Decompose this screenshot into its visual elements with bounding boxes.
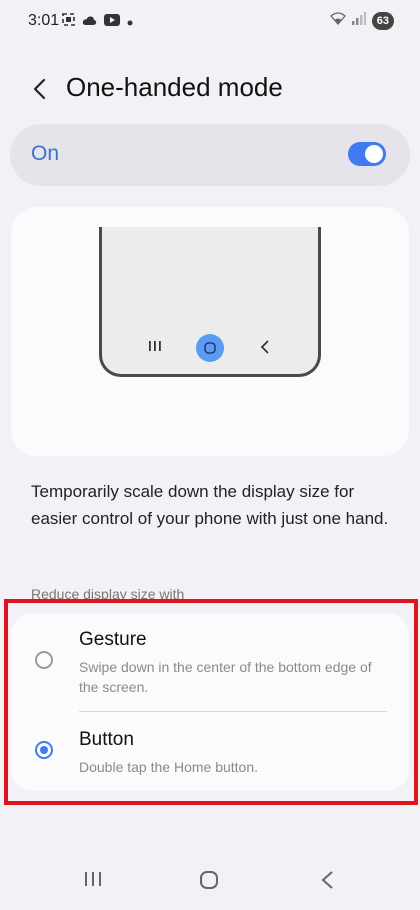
button-radio[interactable] bbox=[35, 741, 53, 759]
option-subtitle: Swipe down in the center of the bottom e… bbox=[79, 659, 372, 695]
home-icon bbox=[196, 334, 224, 362]
recents-icon bbox=[148, 340, 162, 355]
system-nav-bar bbox=[0, 854, 420, 910]
option-subtitle: Double tap the Home button. bbox=[79, 759, 259, 775]
option-button[interactable]: Button Double tap the Home button. bbox=[11, 729, 409, 785]
gesture-radio[interactable] bbox=[35, 651, 53, 669]
back-button[interactable] bbox=[26, 76, 52, 102]
screenshot-icon bbox=[62, 13, 75, 31]
options-card: Gesture Swipe down in the center of the … bbox=[11, 613, 409, 791]
dot-icon bbox=[127, 13, 133, 31]
recents-icon[interactable] bbox=[83, 870, 103, 893]
chevron-left-icon bbox=[33, 78, 46, 100]
back-icon[interactable] bbox=[320, 870, 334, 895]
master-switch-row[interactable]: On bbox=[10, 124, 410, 186]
cloud-icon bbox=[82, 13, 97, 31]
description-text: Temporarily scale down the display size … bbox=[31, 482, 389, 528]
battery-icon: 63 bbox=[371, 12, 394, 30]
home-icon[interactable] bbox=[199, 870, 219, 895]
divider bbox=[79, 711, 387, 712]
status-time: 3:01 bbox=[28, 12, 60, 29]
header: One-handed mode bbox=[0, 66, 420, 112]
phone-nav-bar bbox=[102, 334, 318, 362]
option-gesture[interactable]: Gesture Swipe down in the center of the … bbox=[11, 629, 409, 705]
status-system-icons: 63 bbox=[329, 12, 394, 30]
signal-icon bbox=[351, 12, 366, 30]
youtube-icon bbox=[104, 13, 120, 31]
radio-selected-dot bbox=[40, 746, 48, 754]
section-label: Reduce display size with bbox=[31, 586, 185, 602]
back-icon bbox=[260, 340, 270, 359]
master-toggle[interactable] bbox=[348, 142, 386, 166]
status-bar: 3:01 63 bbox=[0, 0, 420, 44]
master-switch-label: On bbox=[31, 142, 60, 165]
phone-illustration bbox=[99, 227, 321, 377]
toggle-knob bbox=[365, 145, 383, 163]
wifi-icon bbox=[329, 12, 346, 30]
illustration-card bbox=[11, 207, 409, 456]
option-title: Button bbox=[79, 729, 134, 750]
option-title: Gesture bbox=[79, 629, 147, 650]
page-title: One-handed mode bbox=[66, 72, 283, 102]
status-notification-icons bbox=[62, 13, 133, 31]
